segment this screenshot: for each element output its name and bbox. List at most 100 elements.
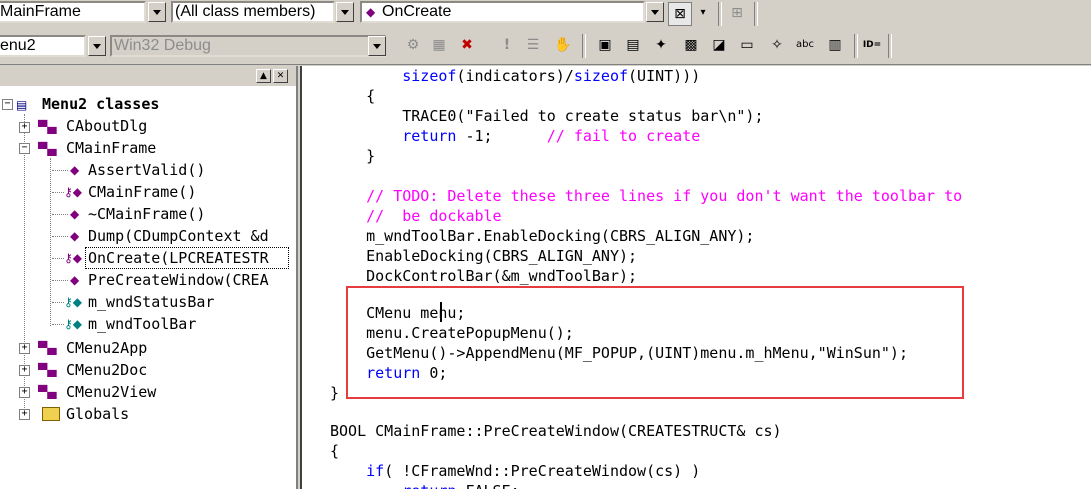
tree-line (50, 158, 51, 326)
expand-toggle[interactable]: + (19, 409, 30, 420)
expand-toggle[interactable]: + (19, 387, 30, 398)
build-icon[interactable]: ▦ (428, 34, 450, 56)
protected-method-icon: ⚷◆ (64, 251, 83, 265)
method-icon: ◆ (70, 207, 80, 221)
tree-item-cmainframe[interactable]: CMainFrame (66, 138, 156, 158)
new-accelerator-icon[interactable]: ✧ (766, 34, 788, 56)
new-toolbar-icon[interactable]: ▭ (736, 34, 758, 56)
resource-symbols-button[interactable]: ID= (860, 34, 884, 56)
tree-line (52, 192, 64, 193)
tree-item-m-wndtoolbar[interactable]: m_wndToolBar (88, 314, 196, 334)
code-line: { (330, 442, 340, 460)
config-combo-dropdown[interactable] (368, 36, 386, 56)
tree-item-cmainframe-ctor[interactable]: CMainFrame() (88, 182, 196, 202)
filter-combo-dropdown[interactable] (336, 2, 354, 22)
toolbar-separator (854, 34, 858, 58)
code-editor[interactable]: sizeof(indicators)/sizeof(UINT))) { TRAC… (300, 66, 1091, 489)
code-comment-line: // TODO: Delete these three lines if you… (330, 187, 963, 205)
new-cursor-icon[interactable]: ✦ (650, 34, 672, 56)
tree-item-globals[interactable]: Globals (66, 404, 129, 424)
toolbar-separator (888, 34, 892, 58)
project-combo-dropdown[interactable] (88, 36, 106, 56)
collapse-toggle[interactable]: − (19, 143, 30, 154)
expand-toggle[interactable]: + (19, 122, 30, 133)
method-icon: ◆ (70, 229, 80, 243)
compile-icon[interactable]: ⚙ (402, 34, 424, 56)
filter-combo[interactable]: (All class members) (171, 1, 335, 23)
class-combo-dropdown[interactable] (148, 2, 166, 22)
method-icon: ◆ (70, 163, 80, 177)
wizard-extra-icon[interactable]: ⊞ (726, 2, 748, 24)
expand-toggle[interactable]: + (19, 343, 30, 354)
config-combo[interactable]: Win32 Debug (110, 35, 386, 57)
highlight-box (346, 286, 964, 399)
class-combo[interactable]: MainFrame (0, 1, 146, 23)
class-icon: ▀▄ (38, 363, 57, 377)
protected-method-icon: ⚷◆ (64, 185, 83, 199)
class-icon: ▀▄ (38, 341, 57, 355)
code-line: } (330, 384, 340, 402)
code-line: if( !CFrameWnd::PreCreateWindow(cs) ) (366, 462, 701, 480)
code-line: BOOL CMainFrame::PreCreateWindow(CREATES… (330, 422, 782, 440)
tree-item-cmenu2view[interactable]: CMenu2View (66, 382, 156, 402)
stop-build-icon[interactable]: ✖ (456, 34, 478, 56)
tree-line (52, 170, 68, 171)
code-line: TRACE0("Failed to create status bar\n"); (330, 107, 764, 125)
new-bitmap-icon[interactable]: ▩ (680, 34, 702, 56)
code-line: m_wndToolBar.EnableDocking(CBRS_ALIGN_AN… (330, 227, 755, 245)
tree-item-precreatewindow[interactable]: PreCreateWindow(CREA (88, 270, 269, 290)
tree-item-oncreate[interactable]: OnCreate(LPCREATESTR (88, 248, 269, 268)
new-string-table-icon[interactable]: abc (794, 34, 816, 56)
tree-line (52, 214, 68, 215)
new-dialog-icon[interactable]: ▣ (594, 34, 616, 56)
wizardbar: MainFrame (All class members) ◆ OnCreate… (0, 0, 1091, 28)
execute-icon[interactable]: ! (496, 34, 518, 56)
code-line: return FALSE; (330, 481, 519, 489)
breakpoint-hand-icon[interactable]: ✋ (552, 34, 574, 56)
member-combo-label: OnCreate (382, 3, 452, 20)
member-combo-dropdown[interactable] (646, 2, 664, 22)
tree-line (52, 236, 68, 237)
new-icon-resource-icon[interactable]: ◪ (708, 34, 730, 56)
code-line: sizeof(indicators)/sizeof(UINT))) (402, 67, 701, 85)
tree-item-cmainframe-dtor[interactable]: ~CMainFrame() (88, 204, 205, 224)
build-toolbar: enu2 Win32 Debug ⚙ ▦ ✖ ! ☰ ✋ ▣ ▤ ✦ ▩ ◪ ▭… (0, 28, 1091, 65)
maximize-pane-button[interactable]: ▲ (256, 69, 271, 83)
text-cursor (440, 302, 442, 322)
wizard-menu-arrow-icon[interactable]: ▾ (692, 2, 714, 24)
protected-variable-icon: ⚷◆ (64, 317, 83, 331)
new-version-icon[interactable]: ▥ (824, 34, 846, 56)
wizard-action-icon[interactable]: ⊠ (668, 2, 692, 26)
collapse-root-toggle[interactable]: − (2, 99, 13, 110)
workspace-classes-icon: ▤ (16, 98, 28, 112)
close-pane-button[interactable]: ✕ (273, 69, 288, 83)
class-icon: ▀▄ (38, 142, 57, 156)
tree-item-assertvalid[interactable]: AssertValid() (88, 160, 205, 180)
project-combo[interactable]: enu2 (0, 35, 86, 57)
expand-toggle[interactable]: + (19, 365, 30, 376)
tree-item-caboutdlg[interactable]: CAboutDlg (66, 116, 147, 136)
code-comment-line: // be dockable (330, 207, 502, 225)
class-icon: ▀▄ (38, 120, 57, 134)
class-view-pane: ▲ ✕ − ▤ Menu2 classes + ▀▄ CAboutDlg − ▀… (0, 66, 298, 489)
new-menu-icon[interactable]: ▤ (622, 34, 644, 56)
member-combo[interactable]: ◆ OnCreate (360, 1, 645, 23)
go-icon[interactable]: ☰ (522, 34, 544, 56)
tree-item-cmenu2app[interactable]: CMenu2App (66, 338, 147, 358)
method-icon: ◆ (70, 273, 80, 287)
tree-root-label[interactable]: Menu2 classes (42, 94, 159, 114)
tree-line (52, 324, 64, 325)
tree-item-dump[interactable]: Dump(CDumpContext &d (88, 226, 269, 246)
code-line: EnableDocking(CBRS_ALIGN_ANY); (330, 247, 638, 265)
tree-line (52, 280, 68, 281)
tree-item-cmenu2doc[interactable]: CMenu2Doc (66, 360, 147, 380)
toolbar-separator (718, 2, 722, 26)
code-line: DockControlBar(&m_wndToolBar); (330, 267, 638, 285)
code-line: } (330, 147, 376, 165)
tree-item-m-wndstatusbar[interactable]: m_wndStatusBar (88, 292, 214, 312)
method-icon: ◆ (366, 5, 376, 19)
tree-line (52, 302, 64, 303)
toolbar-separator (754, 2, 758, 26)
folder-icon (42, 407, 60, 421)
protected-variable-icon: ⚷◆ (64, 295, 83, 309)
